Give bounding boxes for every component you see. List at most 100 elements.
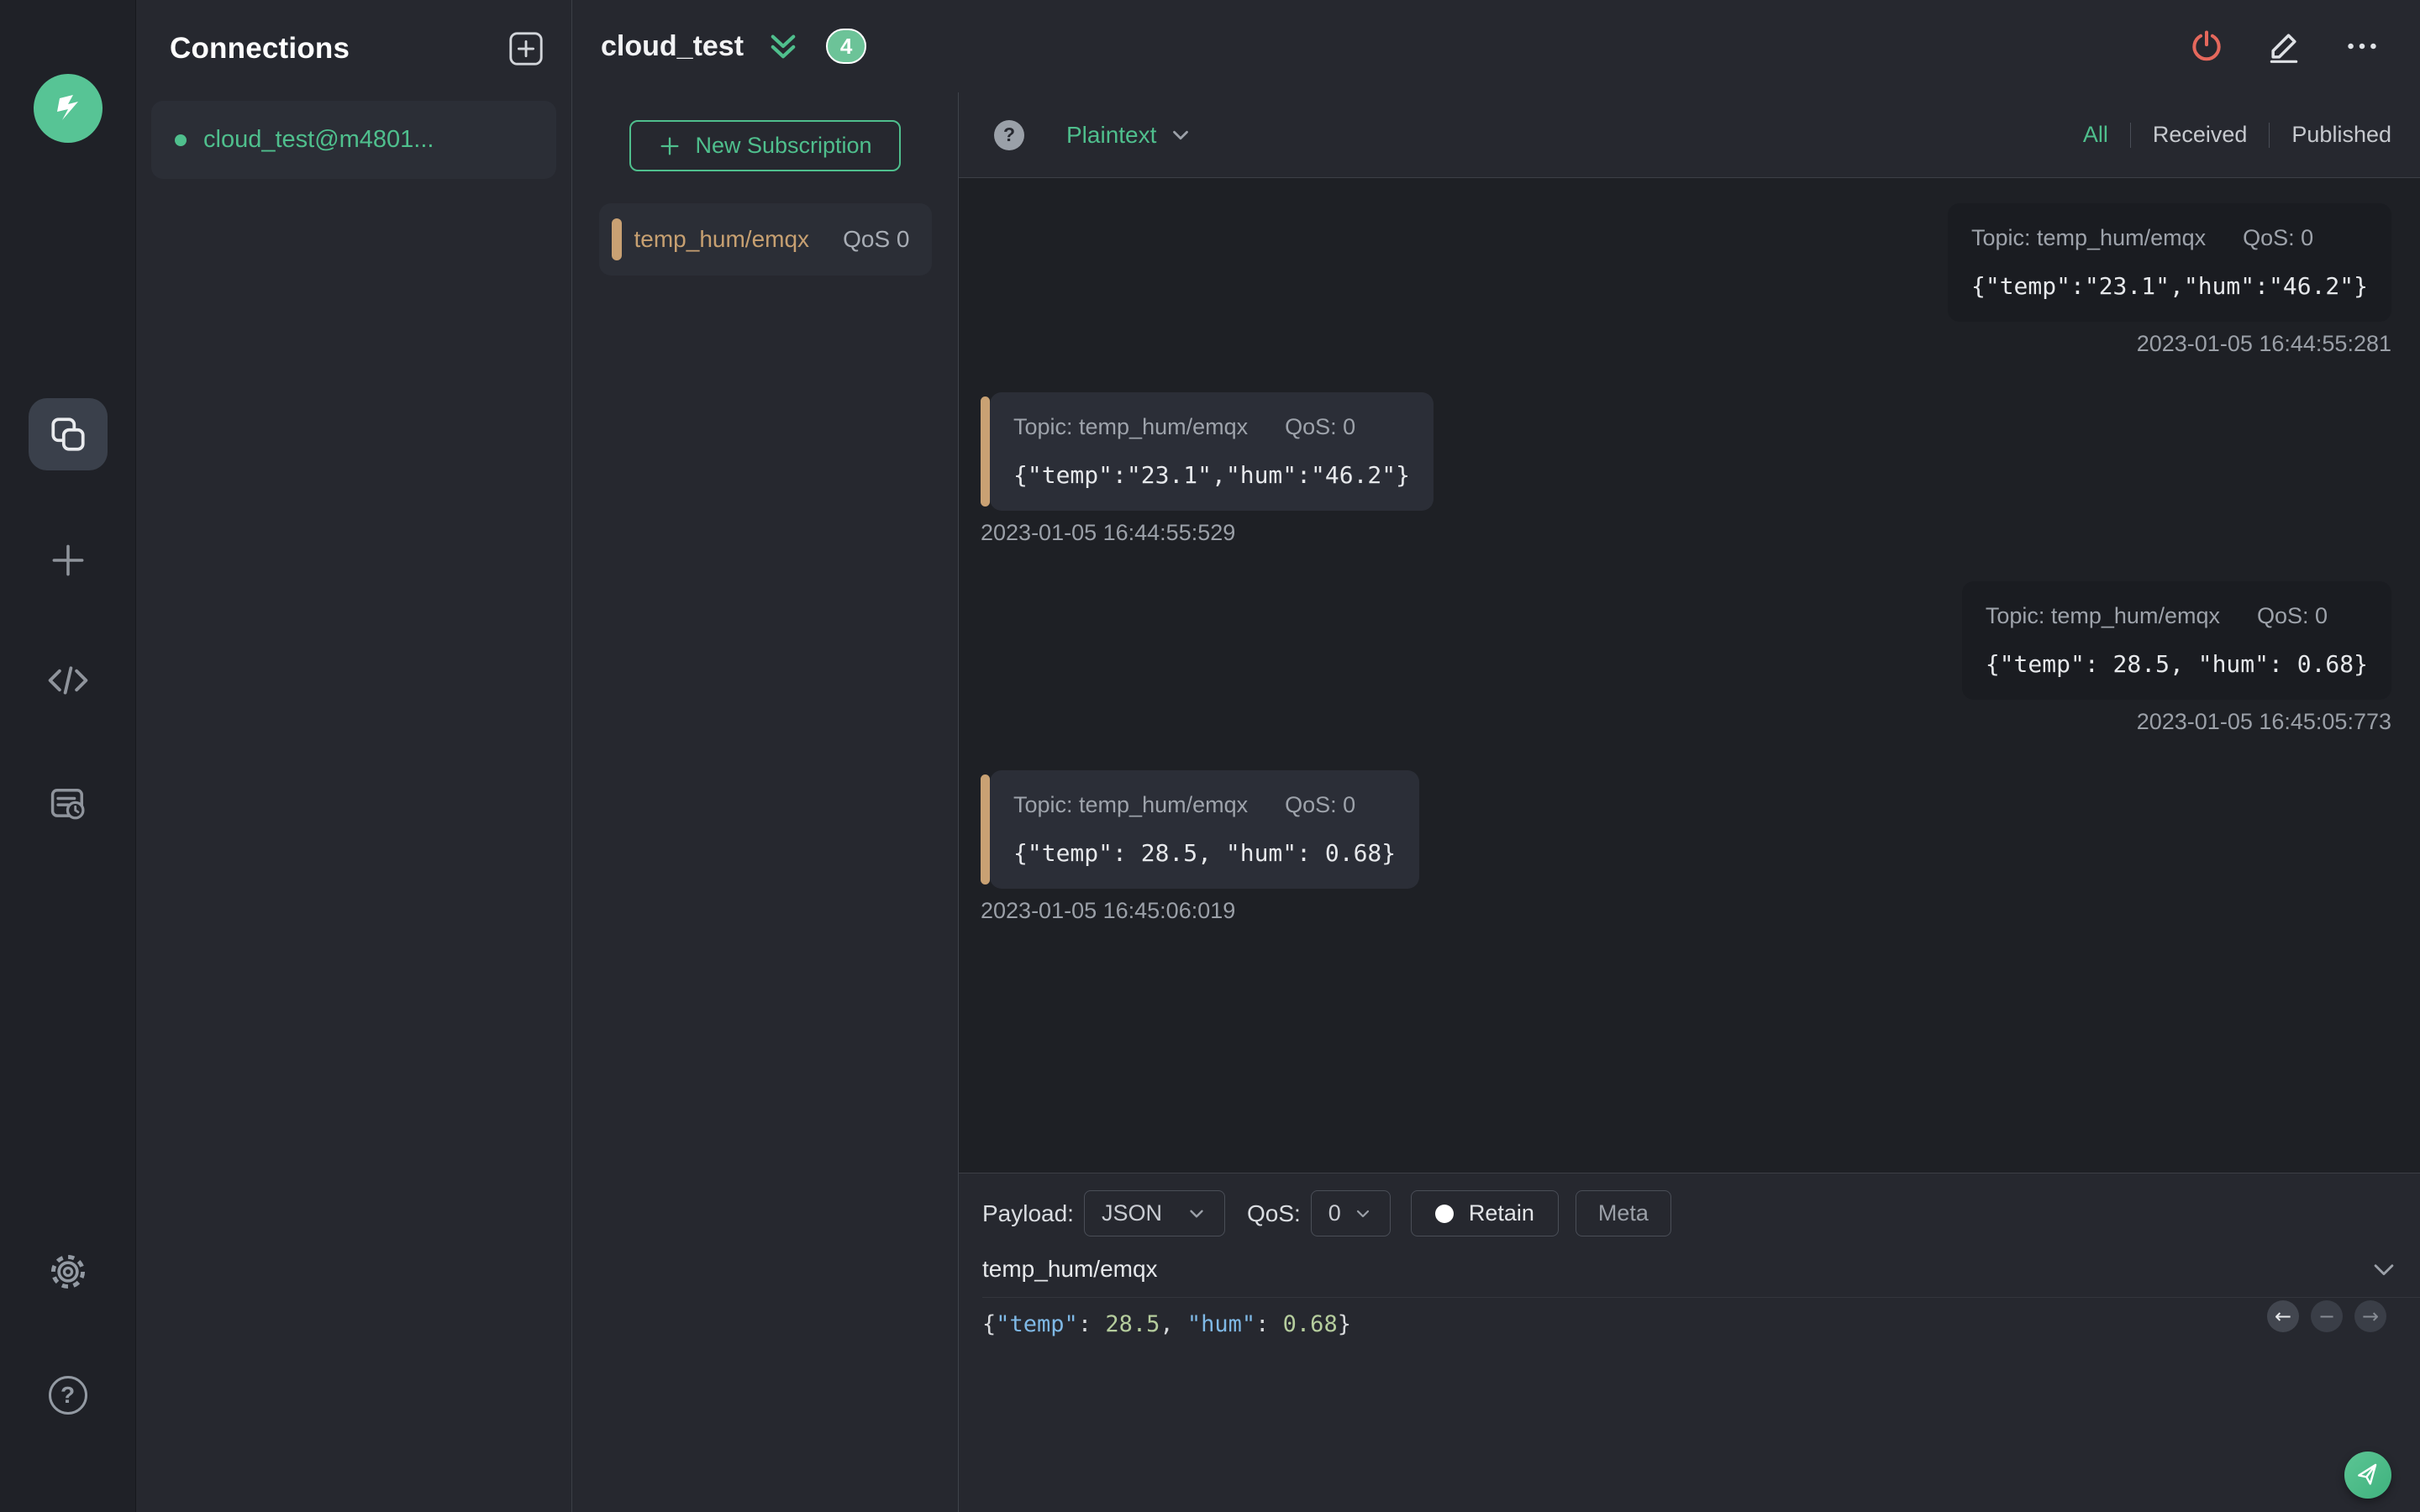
collapse-publish-button[interactable]	[2370, 1255, 2398, 1284]
right-region: cloud_test 4 New Subscription temp_hum/e…	[572, 0, 2420, 1512]
ellipsis-icon	[2348, 43, 2376, 50]
connections-icon	[50, 417, 85, 451]
editor-token-punct: }	[1337, 1311, 1351, 1337]
payload-label: Payload:	[982, 1200, 1074, 1226]
subscription-topic: temp_hum/emqx	[634, 226, 810, 252]
message-direction-tabs: All Received Published	[2083, 122, 2391, 148]
chevron-down-icon	[1173, 130, 1189, 139]
message-group-published: Topic: temp_hum/emqx QoS: 0 {"temp": 28.5,…	[981, 581, 2391, 735]
new-subscription-button[interactable]: New Subscription	[629, 120, 901, 171]
qos-value: 0	[1328, 1200, 1341, 1226]
message-meta: Topic: temp_hum/emqx QoS: 0	[1013, 792, 1396, 818]
paper-plane-icon	[2358, 1463, 2377, 1485]
subscriptions-panel: New Subscription temp_hum/emqx QoS 0	[572, 92, 959, 1512]
next-message-button[interactable]: →	[2354, 1300, 2386, 1332]
editor-token-punct: {	[982, 1311, 997, 1337]
message-card: Topic: temp_hum/emqx QoS: 0 {"temp":"23.1"…	[981, 392, 1434, 511]
editor-token-number: 0.68	[1282, 1311, 1338, 1337]
sidebar-item-log[interactable]	[39, 774, 97, 833]
retain-label: Retain	[1468, 1200, 1534, 1226]
add-connection-button[interactable]	[506, 29, 546, 69]
connection-name: cloud_test@m4801...	[203, 126, 434, 153]
qos-select[interactable]: 0	[1310, 1190, 1391, 1236]
subscription-color-bar	[981, 774, 990, 885]
message-group-published: Topic: temp_hum/emqx QoS: 0 {"temp":"23.1"…	[981, 203, 2391, 357]
message-payload: {"temp": 28.5, "hum": 0.68}	[1013, 839, 1397, 867]
message-timestamp: 2023-01-05 16:44:55:281	[2136, 331, 2391, 356]
retain-toggle[interactable]: Retain	[1410, 1190, 1559, 1236]
message-format-select[interactable]: Plaintext	[1066, 122, 1193, 149]
message-panel: ? Plaintext All Received Published Topic: …	[959, 92, 2420, 1512]
code-icon	[48, 666, 87, 695]
collapse-history-button[interactable]: −	[2311, 1300, 2343, 1332]
mqttx-logo-icon	[33, 74, 103, 143]
message-card: Topic: temp_hum/emqx QoS: 0 {"temp":"23.1"…	[1947, 203, 2391, 322]
message-qos: QoS: 0	[2256, 603, 2328, 628]
tab-published[interactable]: Published	[2291, 122, 2391, 148]
subscription-color-bar	[981, 396, 990, 507]
message-timestamp: 2023-01-05 16:45:05:773	[2136, 709, 2391, 734]
tab-received[interactable]: Received	[2153, 122, 2248, 148]
message-qos: QoS: 0	[1285, 414, 1356, 439]
message-timestamp: 2023-01-05 16:45:06:019	[981, 898, 1236, 923]
publish-toolbar: Payload: JSON QoS: 0 Retain Meta	[982, 1190, 2420, 1236]
connections-title: Connections	[170, 32, 350, 65]
message-timestamp: 2023-01-05 16:44:55:529	[981, 520, 1236, 545]
content-row: New Subscription temp_hum/emqx QoS 0 ? P…	[572, 92, 2420, 1512]
sidebar-item-settings[interactable]	[39, 1242, 97, 1301]
message-card: Topic: temp_hum/emqx QoS: 0 {"temp": 28.5,…	[1961, 581, 2391, 700]
connection-list-item[interactable]: cloud_test@m4801...	[151, 101, 556, 179]
pencil-icon	[2270, 34, 2298, 63]
plus-square-icon	[509, 32, 543, 66]
sidebar-item-connections[interactable]	[28, 398, 108, 470]
sidebar-item-script[interactable]	[39, 651, 97, 710]
message-qos: QoS: 0	[1285, 792, 1356, 817]
tab-separator	[2129, 122, 2131, 148]
message-group-received: Topic: temp_hum/emqx QoS: 0 {"temp": 28.5,…	[981, 770, 2391, 924]
chevron-down-icon	[2374, 1264, 2394, 1276]
message-count-badge: 4	[826, 29, 867, 64]
message-qos: QoS: 0	[2243, 225, 2314, 250]
send-button[interactable]	[2344, 1452, 2391, 1499]
subscription-qos: QoS 0	[843, 226, 910, 252]
message-format-value: Plaintext	[1066, 121, 1157, 148]
help-icon: ?	[48, 1376, 87, 1415]
chevron-down-icon	[1190, 1210, 1203, 1217]
payload-format-select[interactable]: JSON	[1083, 1190, 1225, 1236]
disconnect-button[interactable]	[2188, 28, 2225, 65]
message-payload: {"temp":"23.1","hum":"46.2"}	[1013, 461, 1411, 489]
connected-status-dot	[175, 134, 187, 146]
topic-input[interactable]: temp_hum/emqx	[982, 1256, 1158, 1283]
power-icon	[2192, 30, 2221, 61]
connection-topbar: cloud_test 4	[572, 0, 2420, 92]
sidebar-item-help[interactable]: ?	[39, 1366, 97, 1425]
message-topic: Topic: temp_hum/emqx	[1013, 414, 1249, 439]
message-filter-bar: ? Plaintext All Received Published	[959, 92, 2420, 178]
message-topic: Topic: temp_hum/emqx	[1013, 792, 1249, 817]
previous-message-button[interactable]: ←	[2267, 1300, 2299, 1332]
message-meta: Topic: temp_hum/emqx QoS: 0	[1013, 414, 1410, 440]
message-meta: Topic: temp_hum/emqx QoS: 0	[1986, 603, 2368, 629]
message-topic: Topic: temp_hum/emqx	[1970, 225, 2207, 250]
subscription-item[interactable]: temp_hum/emqx QoS 0	[598, 203, 932, 276]
message-payload: {"temp":"23.1","hum":"46.2"}	[1970, 272, 2368, 300]
meta-button[interactable]: Meta	[1575, 1190, 1671, 1236]
icon-rail: ?	[0, 0, 136, 1512]
editor-token-punct: :	[1255, 1311, 1283, 1337]
tab-all[interactable]: All	[2083, 122, 2108, 148]
payload-format-help-icon[interactable]: ?	[994, 119, 1024, 150]
message-card: Topic: temp_hum/emqx QoS: 0 {"temp": 28.5,…	[981, 770, 1420, 889]
sidebar-item-new-connection[interactable]	[39, 531, 97, 590]
plus-icon	[52, 544, 83, 576]
publish-panel: Payload: JSON QoS: 0 Retain Meta temp_hu…	[959, 1173, 2420, 1512]
editor-token-punct: :	[1077, 1311, 1106, 1337]
editor-token-punct: ,	[1160, 1311, 1187, 1337]
message-payload: {"temp": 28.5, "hum": 0.68}	[1985, 650, 2368, 678]
plus-icon	[660, 137, 679, 155]
payload-editor[interactable]: {"temp": 28.5, "hum": 0.68}	[982, 1311, 2420, 1337]
more-options-button[interactable]	[2343, 27, 2381, 66]
retain-indicator-dot	[1434, 1204, 1454, 1223]
edit-connection-button[interactable]	[2265, 28, 2302, 65]
double-chevron-down-icon[interactable]	[765, 29, 801, 64]
editor-token-key: "hum"	[1186, 1311, 1256, 1337]
